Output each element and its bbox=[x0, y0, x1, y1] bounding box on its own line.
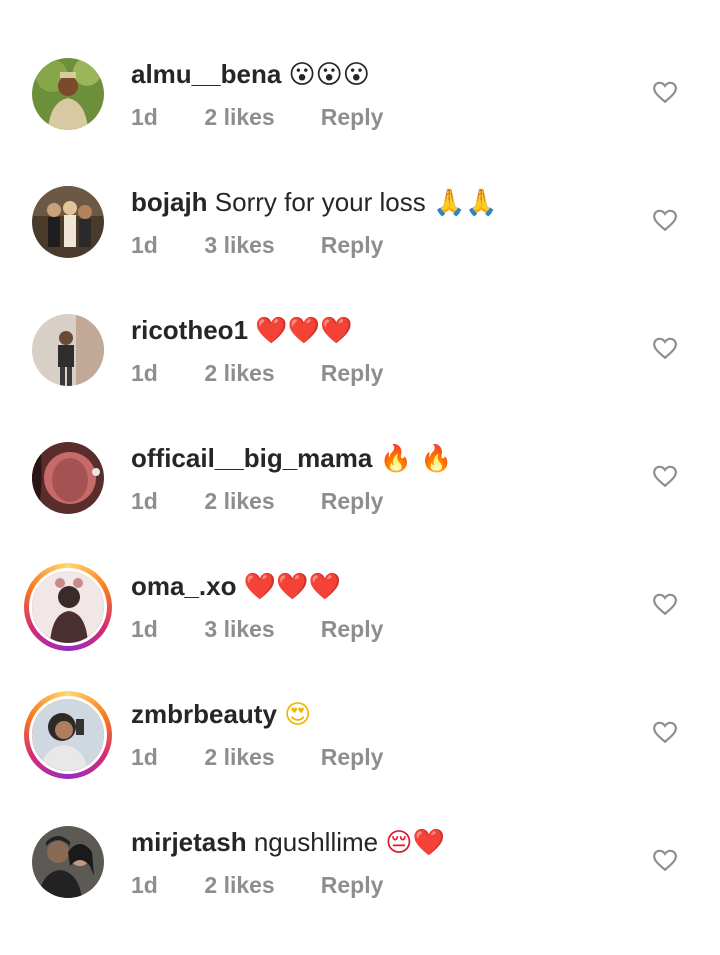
avatar[interactable] bbox=[32, 58, 104, 130]
heart-outline-icon[interactable] bbox=[652, 207, 678, 233]
comment-emoji: 🔥 🔥 bbox=[379, 444, 453, 474]
comment-emoji: 😔❤️ bbox=[385, 828, 445, 858]
reply-button[interactable]: Reply bbox=[321, 232, 384, 259]
heart-outline-icon[interactable] bbox=[652, 79, 678, 105]
comment-username[interactable]: zmbrbeauty bbox=[131, 699, 277, 729]
comment-emoji: ❤️❤️❤️ bbox=[255, 316, 353, 346]
comment-item: almu__bena 😮😮😮 1d 2 likes Reply bbox=[0, 58, 720, 187]
comment-text: Sorry for your loss bbox=[214, 187, 426, 217]
reply-button[interactable]: Reply bbox=[321, 360, 384, 387]
comment-emoji: 😍 bbox=[284, 700, 312, 730]
comment-likes[interactable]: 2 likes bbox=[204, 488, 314, 515]
heart-outline-icon[interactable] bbox=[652, 463, 678, 489]
comment-time: 1d bbox=[131, 616, 158, 642]
avatar[interactable] bbox=[32, 442, 104, 514]
comment-time: 1d bbox=[131, 488, 158, 514]
comment-time: 1d bbox=[131, 872, 158, 898]
comment-item: zmbrbeauty 😍 1d 2 likes Reply bbox=[0, 691, 720, 827]
avatar bbox=[29, 696, 107, 774]
reply-button[interactable]: Reply bbox=[321, 104, 384, 131]
heart-outline-icon[interactable] bbox=[652, 847, 678, 873]
comment-text: ngushllime bbox=[253, 827, 379, 857]
reply-button[interactable]: Reply bbox=[321, 616, 384, 643]
heart-outline-icon[interactable] bbox=[652, 591, 678, 617]
comment-list: almu__bena 😮😮😮 1d 2 likes Reply bojajh S… bbox=[0, 0, 720, 927]
reply-button[interactable]: Reply bbox=[321, 744, 384, 771]
comment-item: bojajh Sorry for your loss 🙏🙏 1d 3 likes… bbox=[0, 186, 720, 315]
comment-time: 1d bbox=[131, 232, 158, 258]
avatar-story-ring[interactable] bbox=[24, 691, 112, 779]
reply-button[interactable]: Reply bbox=[321, 872, 384, 899]
avatar-story-ring[interactable] bbox=[24, 563, 112, 651]
comment-item: oma_.xo ❤️❤️❤️ 1d 3 likes Reply bbox=[0, 563, 720, 699]
comment-emoji: ❤️❤️❤️ bbox=[243, 572, 341, 602]
comment-username[interactable]: bojajh bbox=[131, 187, 208, 217]
comment-likes[interactable]: 2 likes bbox=[204, 360, 314, 387]
heart-outline-icon[interactable] bbox=[652, 335, 678, 361]
comment-username[interactable]: mirjetash bbox=[131, 827, 247, 857]
comment-likes[interactable]: 2 likes bbox=[204, 744, 314, 771]
heart-outline-icon[interactable] bbox=[652, 719, 678, 745]
comment-item: officail__big_mama 🔥 🔥 1d 2 likes Reply bbox=[0, 442, 720, 571]
comment-username[interactable]: ricotheo1 bbox=[131, 315, 248, 345]
comment-likes[interactable]: 3 likes bbox=[204, 232, 314, 259]
comment-username[interactable]: oma_.xo bbox=[131, 571, 237, 601]
comment-likes[interactable]: 3 likes bbox=[204, 616, 314, 643]
comment-time: 1d bbox=[131, 744, 158, 770]
avatar[interactable] bbox=[32, 186, 104, 258]
comment-emoji: 😮😮😮 bbox=[288, 60, 370, 90]
comment-emoji: 🙏🙏 bbox=[432, 188, 498, 218]
avatar[interactable] bbox=[32, 826, 104, 898]
comment-likes[interactable]: 2 likes bbox=[204, 104, 314, 131]
comment-time: 1d bbox=[131, 104, 158, 130]
reply-button[interactable]: Reply bbox=[321, 488, 384, 515]
comment-item: ricotheo1 ❤️❤️❤️ 1d 2 likes Reply bbox=[0, 314, 720, 443]
comment-username[interactable]: almu__bena bbox=[131, 59, 281, 89]
comment-likes[interactable]: 2 likes bbox=[204, 872, 314, 899]
comment-username[interactable]: officail__big_mama bbox=[131, 443, 372, 473]
avatar bbox=[29, 568, 107, 646]
comment-time: 1d bbox=[131, 360, 158, 386]
comment-item: mirjetash ngushllime 😔❤️ 1d 2 likes Repl… bbox=[0, 826, 720, 955]
avatar[interactable] bbox=[32, 314, 104, 386]
